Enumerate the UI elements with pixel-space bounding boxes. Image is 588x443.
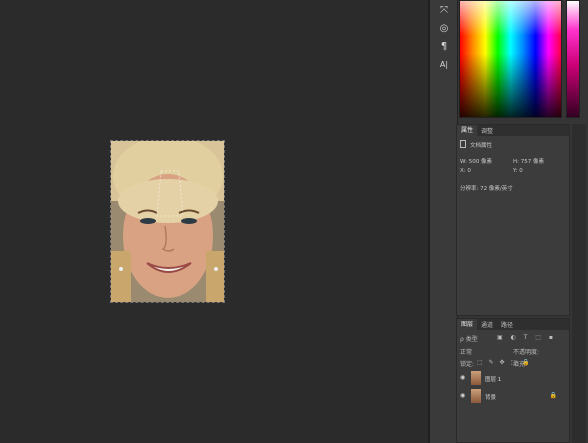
- layers-tabs: 图层 通道 路径: [457, 319, 569, 330]
- lock-label: 锁定:: [460, 361, 475, 368]
- fill-label: 填充:: [513, 361, 528, 368]
- resolution-text: 分辨率: 72 像素/英寸: [460, 186, 513, 192]
- tab-properties[interactable]: 属性: [457, 125, 478, 136]
- layer-row[interactable]: ◉ 图层 1: [457, 371, 569, 385]
- layer-name: 背景: [485, 395, 497, 401]
- height-label: H:: [513, 159, 519, 165]
- doc-properties-label: 文档属性: [470, 143, 493, 149]
- properties-panel: 属性 调整 文档属性 W: 500 像素 H: 757 像素 X: 0 Y: 0…: [456, 124, 570, 316]
- tab-adjustments[interactable]: 调整: [477, 126, 497, 135]
- layer-thumbnail: [471, 389, 481, 403]
- layer-row[interactable]: ◉ 背景 🔒: [457, 389, 569, 403]
- layer-name: 图层 1: [485, 377, 502, 383]
- lock-icon: 🔒: [549, 392, 557, 399]
- filter-icons[interactable]: ▣ ◐ T ⬚ ▪: [497, 334, 556, 341]
- tab-paths[interactable]: 路径: [497, 320, 517, 329]
- layers-panel: 图层 通道 路径 ρ 类型 ▣ ◐ T ⬚ ▪ 正常 不透明度: 锁定: ⬚ ✎…: [456, 318, 570, 443]
- side-toolstrip: ⤧ ◎ ¶ A|: [430, 0, 458, 443]
- width-field[interactable]: W: 500 像素: [460, 157, 492, 165]
- properties-tabs: 属性 调整: [457, 125, 569, 136]
- width-label: W:: [460, 159, 467, 165]
- layer-thumbnail: [471, 371, 481, 385]
- x-field[interactable]: X: 0: [460, 168, 471, 174]
- height-value: 757 像素: [520, 159, 544, 165]
- y-field[interactable]: Y: 0: [513, 168, 523, 174]
- opacity-label: 不透明度:: [513, 349, 540, 356]
- blend-mode-select[interactable]: 正常: [460, 347, 472, 356]
- portrait-photo[interactable]: [110, 140, 225, 303]
- visibility-eye-icon[interactable]: ◉: [460, 392, 465, 399]
- transform-tool-icon[interactable]: ⤧: [437, 4, 451, 18]
- visibility-eye-icon[interactable]: ◉: [460, 374, 465, 381]
- hue-slider[interactable]: [566, 0, 580, 118]
- document-canvas[interactable]: [0, 0, 430, 443]
- panel-scrollbar[interactable]: [572, 124, 586, 443]
- document-icon: [460, 140, 466, 148]
- character-tool-icon[interactable]: A|: [437, 58, 451, 72]
- tab-channels[interactable]: 通道: [477, 320, 497, 329]
- 3d-tool-icon[interactable]: ◎: [437, 22, 451, 36]
- paragraph-tool-icon[interactable]: ¶: [437, 40, 451, 54]
- y-value: 0: [519, 168, 523, 174]
- color-picker-field[interactable]: [459, 0, 562, 118]
- height-field[interactable]: H: 757 像素: [513, 157, 544, 165]
- x-label: X:: [460, 168, 466, 174]
- width-value: 500 像素: [468, 159, 492, 165]
- y-label: Y:: [513, 168, 518, 174]
- tab-layers[interactable]: 图层: [457, 319, 478, 330]
- x-value: 0: [467, 168, 471, 174]
- kind-filter-select[interactable]: ρ 类型: [460, 334, 478, 343]
